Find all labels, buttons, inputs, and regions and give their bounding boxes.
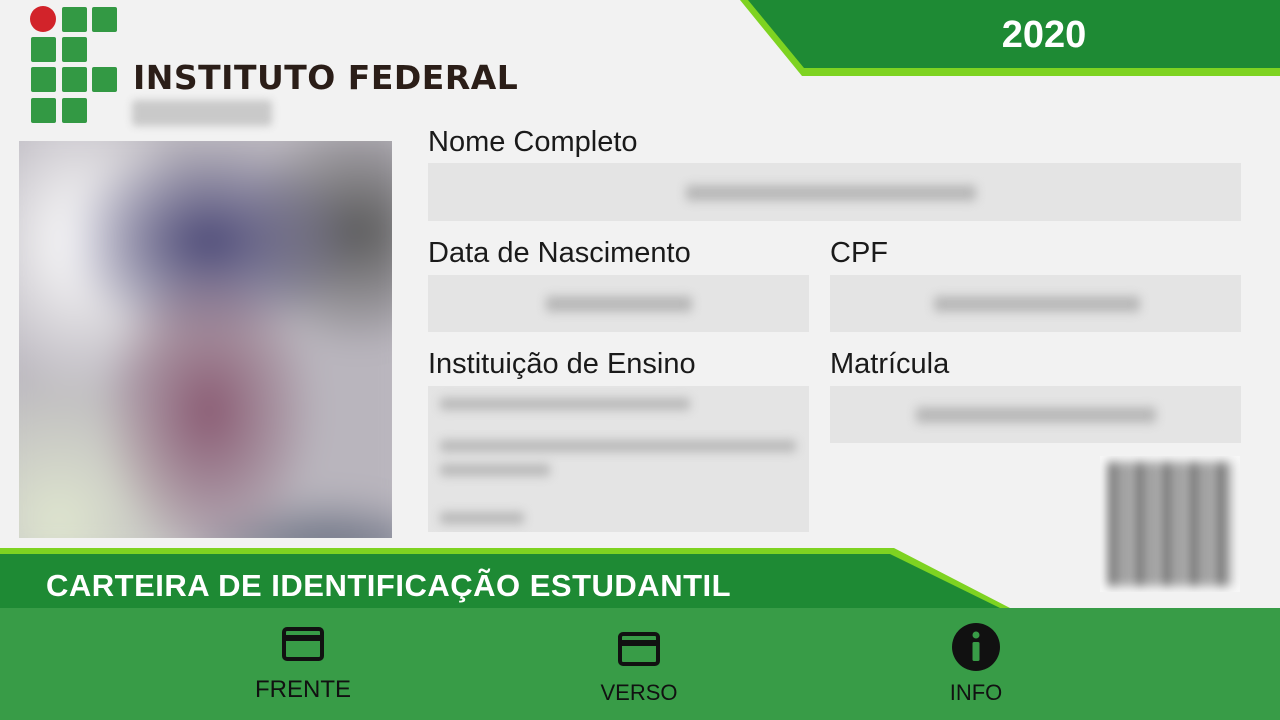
enrollment-value: [830, 386, 1241, 443]
full-name-value: [428, 163, 1241, 221]
logo-red-dot: [30, 6, 56, 32]
student-photo: [19, 141, 392, 538]
cpf-label: CPF: [830, 237, 888, 269]
info-icon: [952, 623, 1000, 671]
birth-date-value: [428, 275, 809, 332]
nav-back-button[interactable]: VERSO: [539, 608, 739, 720]
campus-name-redacted: [132, 100, 272, 126]
year-label: 2020: [1001, 14, 1087, 56]
institution-name: INSTITUTO FEDERAL: [133, 58, 519, 97]
institution-value: [428, 386, 809, 532]
nav-front-button[interactable]: FRENTE: [203, 608, 403, 720]
institution-logo: [30, 6, 120, 126]
bottom-navigation: FRENTE VERSO INFO: [0, 608, 1280, 720]
institution-label: Instituição de Ensino: [428, 348, 696, 380]
birth-date-label: Data de Nascimento: [428, 237, 691, 269]
enrollment-label: Matrícula: [830, 348, 950, 380]
nav-back-label: VERSO: [600, 680, 678, 705]
card-title-banner: CARTEIRA DE IDENTIFICAÇÃO ESTUDANTIL: [46, 568, 732, 603]
cpf-value: [830, 275, 1241, 332]
nav-info-label: INFO: [949, 680, 1003, 705]
student-id-card: INSTITUTO FEDERAL 2020 Nome Completo Dat…: [0, 0, 1280, 608]
card-icon: [282, 627, 324, 661]
full-name-label: Nome Completo: [428, 126, 638, 158]
nav-front-label: FRENTE: [255, 676, 351, 703]
nav-info-button[interactable]: INFO: [876, 608, 1076, 720]
card-icon: [618, 632, 660, 666]
